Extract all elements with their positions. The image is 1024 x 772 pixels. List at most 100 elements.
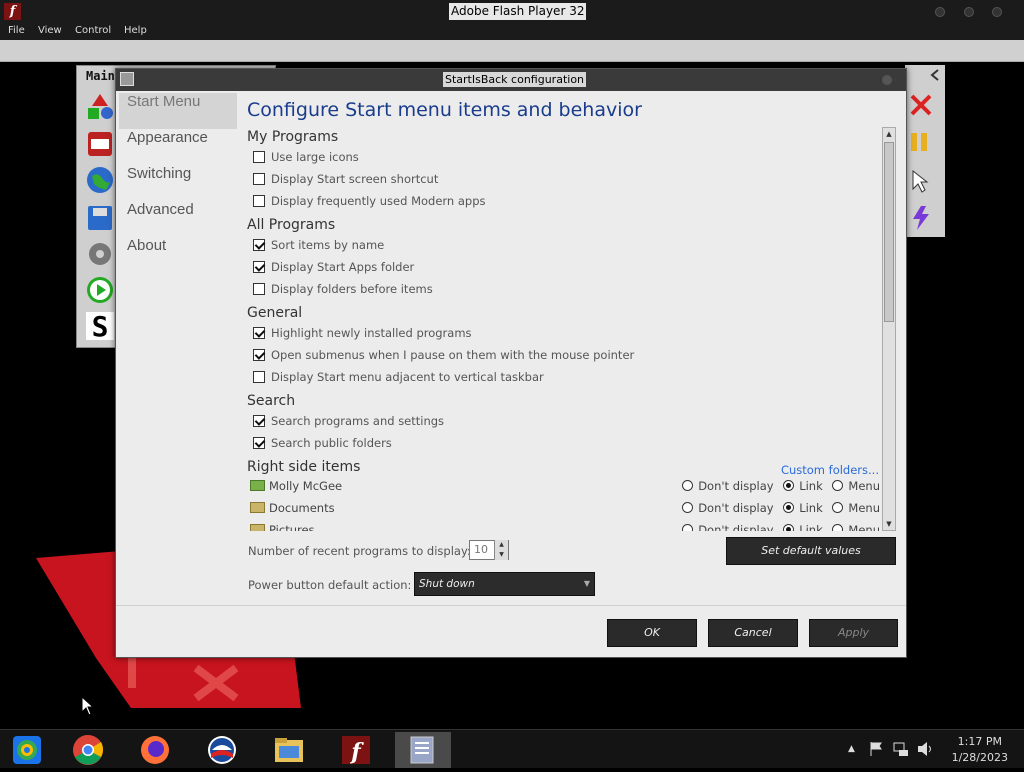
campaign-logo-icon[interactable] (204, 732, 240, 768)
radio-dont-display[interactable]: Don't display (679, 479, 774, 493)
nav-appearance[interactable]: Appearance (119, 129, 237, 165)
lightning-icon[interactable] (909, 205, 933, 231)
menu-control[interactable]: Control (75, 25, 111, 36)
maximize-icon[interactable] (964, 7, 974, 17)
checkbox[interactable] (253, 349, 265, 361)
ok-button[interactable]: OK (607, 619, 697, 647)
shapes-tool-icon[interactable] (86, 92, 114, 120)
checkbox[interactable] (253, 437, 265, 449)
chevron-down-icon: ▼ (583, 579, 590, 588)
action-center-flag-icon[interactable] (869, 741, 883, 757)
volume-icon[interactable] (917, 741, 935, 757)
flash-window-title: Adobe Flash Player 32 (449, 3, 587, 20)
documents-folder-icon (250, 502, 265, 513)
scroll-down-icon[interactable]: ▼ (885, 519, 893, 529)
mouse-cursor-icon (81, 696, 95, 716)
nav-about[interactable]: About (119, 237, 237, 273)
nav-start-menu[interactable]: Start Menu (119, 93, 237, 129)
network-icon[interactable] (893, 741, 909, 757)
option-search-public-folders[interactable]: Search public folders (253, 436, 392, 452)
pause-icon[interactable] (909, 131, 929, 153)
apply-button[interactable]: Apply (809, 619, 898, 647)
right-item-molly-mcgee: Molly McGee Don't display Link Menu (250, 479, 880, 497)
option-display-start-apps-folder[interactable]: Display Start Apps folder (253, 260, 414, 276)
right-item-documents: Documents Don't display Link Menu (250, 501, 880, 519)
option-adjacent-vertical-taskbar[interactable]: Display Start menu adjacent to vertical … (253, 370, 544, 386)
s-letter-icon[interactable]: S (86, 312, 114, 340)
radio-dont-display[interactable]: Don't display (679, 523, 774, 531)
document-app-icon (410, 736, 434, 764)
play-icon[interactable] (86, 276, 114, 304)
chrome-browser-icon[interactable] (70, 732, 106, 768)
option-display-modern-apps[interactable]: Display frequently used Modern apps (253, 194, 486, 210)
scrollbar-thumb[interactable] (884, 142, 894, 322)
collapse-chevron-icon[interactable] (929, 68, 941, 82)
power-button-label: Power button default action: (248, 578, 412, 592)
option-highlight-new-programs[interactable]: Highlight newly installed programs (253, 326, 472, 342)
gear-icon[interactable] (86, 240, 114, 268)
radio-menu[interactable]: Menu (829, 523, 880, 531)
option-search-programs-settings[interactable]: Search programs and settings (253, 414, 444, 430)
option-folders-before-items[interactable]: Display folders before items (253, 282, 433, 298)
checkbox[interactable] (253, 151, 265, 163)
option-use-large-icons[interactable]: Use large icons (253, 150, 359, 166)
custom-folders-link[interactable]: Custom folders... (781, 463, 879, 477)
chrome-remote-icon[interactable] (9, 732, 45, 768)
firefox-icon[interactable] (137, 732, 173, 768)
startisback-taskbar-button[interactable] (395, 732, 451, 768)
checkbox[interactable] (253, 239, 265, 251)
globe-icon[interactable] (86, 166, 114, 194)
recent-programs-label: Number of recent programs to display: (248, 544, 471, 558)
background-right-panel (905, 65, 945, 237)
vertical-scrollbar[interactable]: ▲ ▼ (882, 127, 896, 531)
clock[interactable]: 1:17 PM 1/28/2023 (952, 734, 1008, 766)
section-my-programs: My Programs (247, 129, 339, 145)
radio-link[interactable]: Link (780, 501, 823, 515)
right-item-pictures: Pictures Don't display Link Menu (250, 523, 880, 531)
menu-help[interactable]: Help (124, 25, 147, 36)
dialog-title: StartIsBack configuration (443, 72, 587, 87)
checkbox[interactable] (253, 415, 265, 427)
flash-titlebar: f Adobe Flash Player 32 (0, 0, 1024, 24)
radio-dont-display[interactable]: Don't display (679, 501, 774, 515)
flash-player-taskbar-icon[interactable]: f (338, 732, 374, 768)
set-default-values-button[interactable]: Set default values (726, 537, 896, 565)
save-disk-icon[interactable] (86, 204, 114, 232)
radio-menu[interactable]: Menu (829, 501, 880, 515)
spinner-arrows-icon[interactable]: ▲ ▼ (494, 540, 508, 560)
tray-expand-icon[interactable]: ▲ (848, 744, 855, 754)
red-x-icon[interactable] (909, 93, 933, 117)
option-display-start-screen-shortcut[interactable]: Display Start screen shortcut (253, 172, 438, 188)
dialog-titlebar: StartIsBack configuration (116, 69, 906, 91)
menu-view[interactable]: View (38, 25, 62, 36)
radio-menu[interactable]: Menu (829, 479, 880, 493)
nav-switching[interactable]: Switching (119, 165, 237, 201)
file-explorer-icon[interactable] (271, 732, 307, 768)
clock-date: 1/28/2023 (951, 751, 1008, 764)
scroll-up-icon[interactable]: ▲ (885, 129, 893, 139)
option-sort-items-by-name[interactable]: Sort items by name (253, 238, 384, 254)
taskbar: f ▲ 1:17 PM 1/28/2023 (0, 729, 1024, 768)
checkbox[interactable] (253, 327, 265, 339)
page-heading: Configure Start menu items and behavior (247, 99, 642, 121)
minimize-icon[interactable] (935, 7, 945, 17)
option-open-submenus-on-pause[interactable]: Open submenus when I pause on them with … (253, 348, 634, 364)
radio-link[interactable]: Link (780, 479, 823, 493)
power-action-select[interactable]: Shut down ▼ (414, 572, 595, 596)
checkbox[interactable] (253, 195, 265, 207)
checkbox[interactable] (253, 261, 265, 273)
section-search: Search (247, 393, 296, 409)
nav-advanced[interactable]: Advanced (119, 201, 237, 237)
text-tool-icon[interactable] (86, 130, 114, 158)
pictures-folder-icon (250, 524, 265, 531)
settings-scroll-area: My Programs Use large icons Display Star… (247, 127, 881, 531)
checkbox[interactable] (253, 173, 265, 185)
close-icon[interactable] (992, 7, 1002, 17)
dialog-close-icon[interactable] (882, 75, 892, 85)
menu-file[interactable]: File (8, 25, 25, 36)
checkbox[interactable] (253, 371, 265, 383)
cancel-button[interactable]: Cancel (708, 619, 798, 647)
radio-link[interactable]: Link (780, 523, 823, 531)
pointer-tool-icon[interactable] (911, 169, 929, 193)
checkbox[interactable] (253, 283, 265, 295)
